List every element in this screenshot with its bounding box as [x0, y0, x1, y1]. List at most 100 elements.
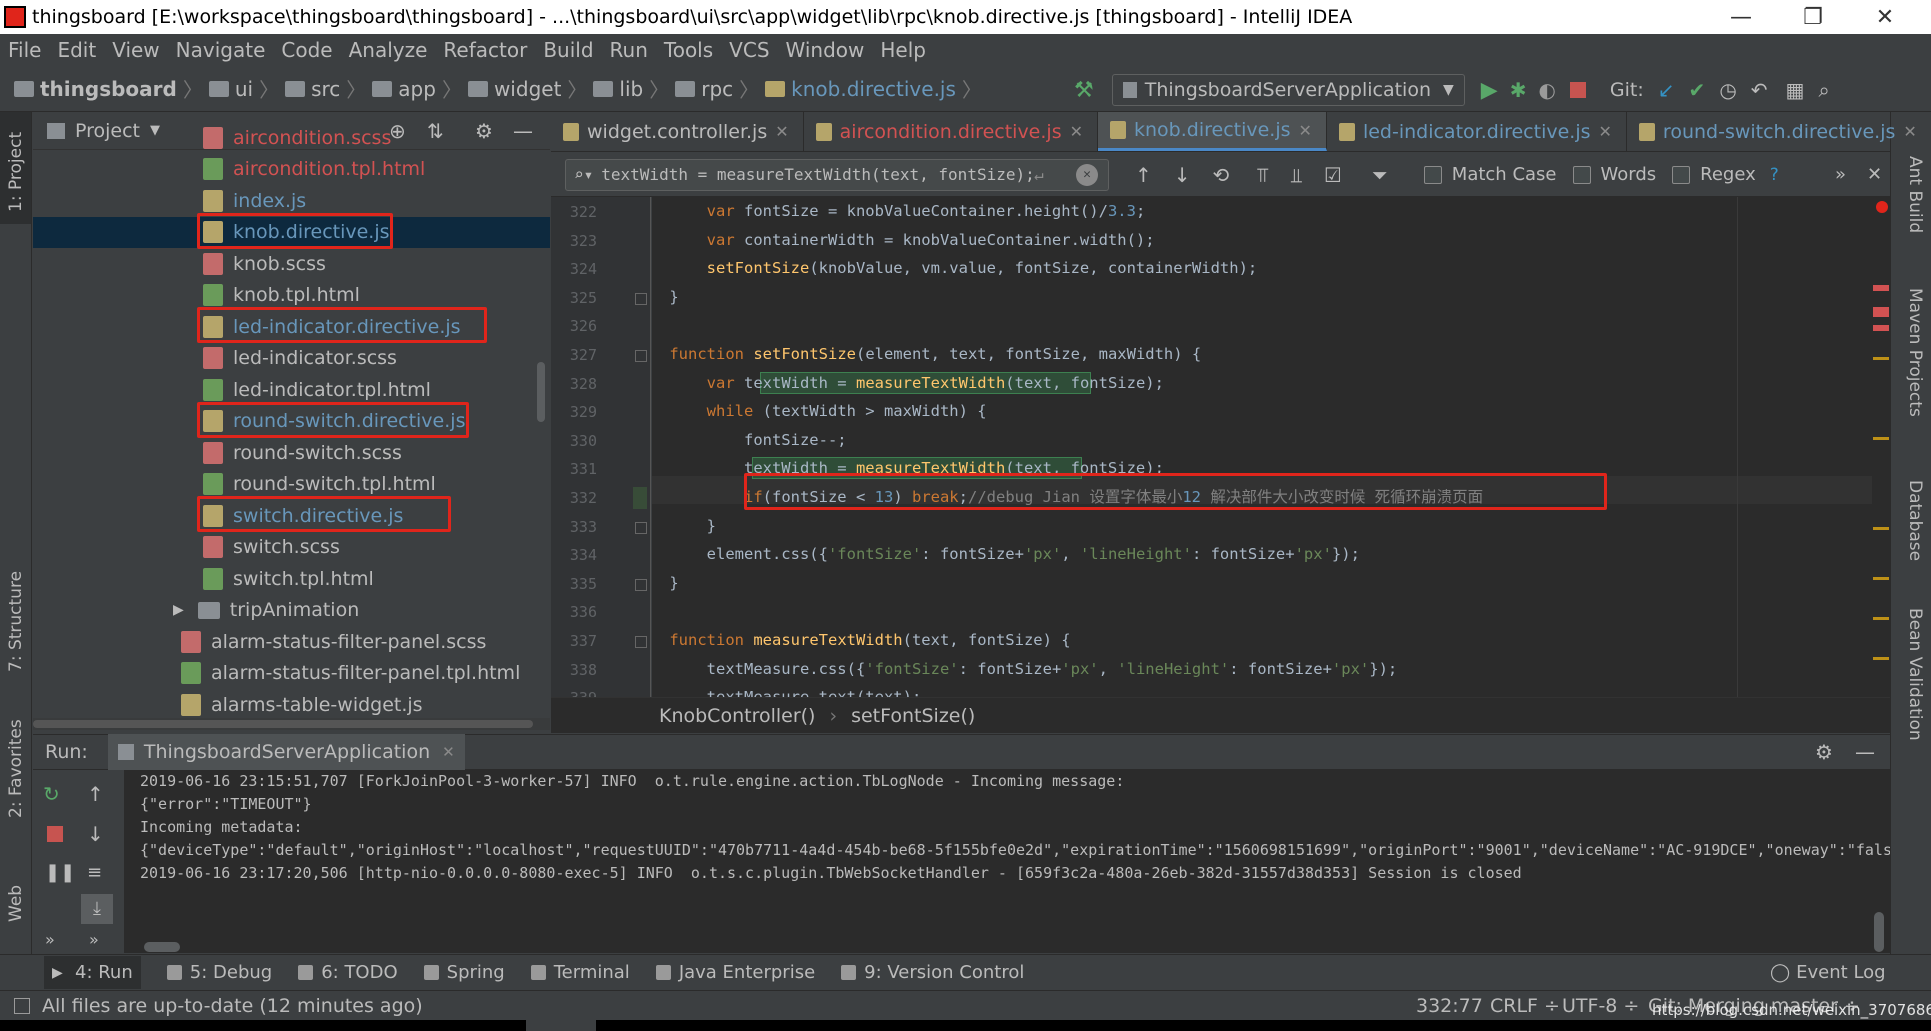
minimize-button[interactable]: —: [1705, 0, 1777, 34]
rerun-icon[interactable]: ↻: [43, 782, 60, 806]
editor-tab[interactable]: aircondition.directive.js ✕: [804, 112, 1098, 151]
stop-icon[interactable]: [47, 826, 63, 842]
bottom-tool-tab[interactable]: 9: Version Control: [841, 962, 1024, 983]
menu-item[interactable]: Navigate: [176, 38, 266, 62]
bottom-tool-tab[interactable]: Java Enterprise: [655, 962, 815, 983]
words-checkbox[interactable]: Words: [1572, 164, 1656, 185]
fold-marker-icon[interactable]: [635, 521, 647, 534]
menu-item[interactable]: Run: [610, 38, 648, 62]
tree-file[interactable]: round-switch.scss: [33, 437, 550, 468]
close-window-button[interactable]: ✕: [1849, 0, 1921, 34]
menu-item[interactable]: Edit: [57, 38, 96, 62]
breadcrumb-item[interactable]: knob.directive.js 〉: [765, 74, 982, 103]
console-vscrollbar[interactable]: [1874, 912, 1884, 952]
pause-icon[interactable]: ❚❚: [45, 862, 75, 883]
search-icon[interactable]: ⌕▾: [574, 165, 593, 184]
newline-icon[interactable]: ↵: [1034, 165, 1044, 184]
breadcrumb-item[interactable]: widget 〉: [467, 74, 587, 103]
menu-item[interactable]: Code: [281, 38, 332, 62]
soft-wrap-icon[interactable]: ≡: [87, 862, 102, 883]
bottom-tool-tab[interactable]: ▶ 4: Run: [44, 956, 141, 989]
add-occurrence-icon[interactable]: ⫪: [1257, 163, 1268, 187]
expand-arrow-icon[interactable]: ▶: [173, 602, 184, 618]
tree-file[interactable]: knob.tpl.html: [33, 280, 550, 311]
menu-item[interactable]: File: [8, 38, 41, 62]
breadcrumb-function[interactable]: setFontSize(): [851, 705, 975, 727]
status-toggle-icon[interactable]: [14, 997, 30, 1014]
close-tab-icon[interactable]: ✕: [1070, 122, 1083, 141]
fold-marker-icon[interactable]: [635, 350, 647, 362]
caret-position[interactable]: 332:77: [1416, 995, 1483, 1017]
editor-tab[interactable]: widget.controller.js ✕: [551, 112, 804, 151]
tree-file[interactable]: alarm-status-filter-panel.tpl.html: [33, 658, 550, 689]
tree-file[interactable]: led-indicator.scss: [33, 343, 550, 374]
menu-item[interactable]: Refactor: [443, 38, 527, 62]
run-tab[interactable]: ThingsboardServerApplication ✕: [107, 734, 465, 770]
maven-tool-label[interactable]: Maven Projects: [1905, 288, 1925, 417]
find-all-icon[interactable]: ⟲: [1213, 163, 1230, 187]
build-hammer-icon[interactable]: ⚒: [1074, 78, 1094, 103]
hide-panel-icon[interactable]: —: [1855, 740, 1875, 764]
tree-file[interactable]: switch.tpl.html: [33, 563, 550, 594]
breadcrumb-item[interactable]: lib 〉: [593, 74, 669, 103]
breadcrumb-item[interactable]: app 〉: [372, 74, 462, 103]
git-revert-icon[interactable]: ↶: [1751, 78, 1768, 102]
previous-occurrence-icon[interactable]: ↑: [1135, 163, 1152, 187]
menu-item[interactable]: Window: [786, 38, 865, 62]
editor-tab[interactable]: knob.directive.js ✕: [1098, 112, 1327, 151]
close-tab-icon[interactable]: ✕: [442, 743, 455, 761]
regex-checkbox[interactable]: Regex: [1672, 164, 1756, 185]
next-occurrence-icon[interactable]: ↓: [1174, 163, 1191, 187]
bottom-tool-tab[interactable]: 5: Debug: [166, 962, 272, 983]
console-hscrollbar[interactable]: [144, 942, 180, 952]
bottom-tool-tab[interactable]: Spring: [423, 962, 505, 983]
tree-file[interactable]: aircondition.scss: [33, 122, 550, 153]
breadcrumb-item[interactable]: src 〉: [285, 74, 366, 103]
stop-icon[interactable]: [1569, 82, 1586, 98]
coverage-icon[interactable]: ◐: [1538, 78, 1555, 102]
breadcrumb-item[interactable]: thingsboard 〉: [14, 74, 203, 103]
close-tab-icon[interactable]: ✕: [1903, 122, 1916, 141]
scroll-to-end-icon[interactable]: ⤓: [81, 894, 113, 924]
run-config-select[interactable]: ThingsboardServerApplication ▼: [1111, 74, 1465, 106]
gear-icon[interactable]: ⚙: [1815, 740, 1833, 764]
menu-item[interactable]: Build: [543, 38, 593, 62]
more-icon[interactable]: »: [45, 930, 55, 949]
menu-item[interactable]: View: [112, 38, 159, 62]
code-editor[interactable]: var fontSize = knobValueContainer.height…: [652, 197, 1872, 697]
menu-item[interactable]: Help: [880, 38, 926, 62]
expand-icon[interactable]: »: [1835, 164, 1846, 185]
more-icon[interactable]: »: [89, 930, 99, 949]
line-separator[interactable]: CRLF ÷: [1490, 995, 1560, 1017]
database-tool-label[interactable]: Database: [1905, 480, 1925, 561]
regex-help-icon[interactable]: ?: [1770, 165, 1779, 185]
match-case-checkbox[interactable]: Match Case: [1423, 164, 1557, 185]
search-everywhere-icon[interactable]: ⌕: [1818, 78, 1829, 102]
tree-file[interactable]: index.js: [33, 185, 550, 216]
tree-file[interactable]: aircondition.tpl.html: [33, 154, 550, 185]
tree-file[interactable]: alarms-table-widget.js: [33, 689, 550, 720]
tree-file[interactable]: knob.scss: [33, 248, 550, 279]
fold-marker-icon[interactable]: [635, 292, 647, 305]
remove-occurrence-icon[interactable]: ⫫: [1291, 163, 1302, 187]
tree-file[interactable]: round-switch.tpl.html: [33, 469, 550, 500]
close-tab-icon[interactable]: ✕: [1599, 122, 1612, 141]
tree-file[interactable]: switch.scss: [33, 532, 550, 563]
file-encoding[interactable]: UTF-8 ÷: [1562, 995, 1639, 1017]
event-log-button[interactable]: ◯ Event Log: [1770, 962, 1886, 983]
project-tool-label[interactable]: 1: Project: [6, 132, 26, 212]
web-tool-label[interactable]: Web: [6, 885, 26, 922]
close-tab-icon[interactable]: ✕: [775, 122, 788, 141]
tree-scrollbar[interactable]: [537, 362, 545, 422]
editor-tab[interactable]: round-switch.directive.js ✕: [1627, 112, 1931, 151]
maximize-button[interactable]: ❐: [1777, 0, 1849, 34]
clear-search-icon[interactable]: ✕: [1076, 163, 1098, 186]
project-structure-icon[interactable]: ▦: [1786, 78, 1805, 102]
structure-tool-label[interactable]: 7: Structure: [6, 571, 26, 672]
fold-marker-icon[interactable]: [635, 578, 647, 591]
tree-file[interactable]: led-indicator.tpl.html: [33, 374, 550, 405]
menu-item[interactable]: Tools: [664, 38, 713, 62]
fold-marker-icon[interactable]: [635, 636, 647, 648]
select-all-occurrences-icon[interactable]: ☑: [1324, 163, 1342, 187]
close-find-icon[interactable]: ✕: [1867, 164, 1882, 185]
